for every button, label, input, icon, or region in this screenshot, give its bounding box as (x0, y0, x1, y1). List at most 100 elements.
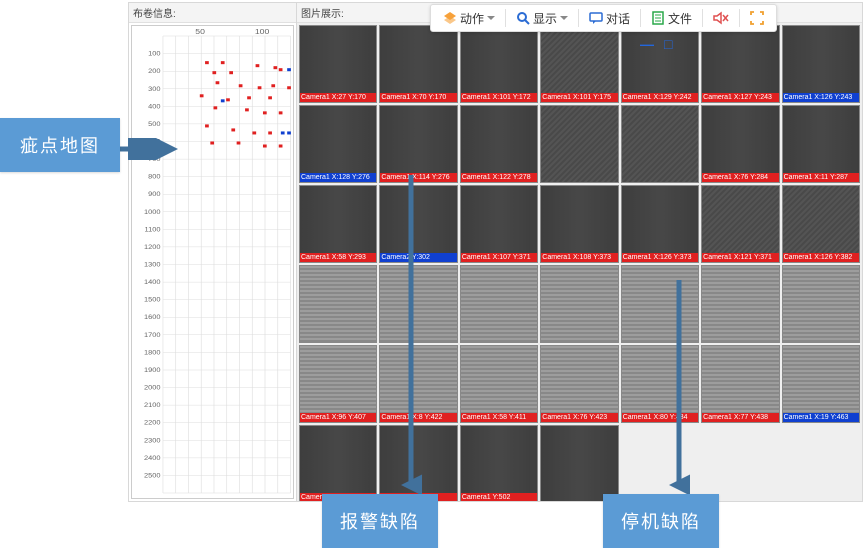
defect-point[interactable] (268, 96, 272, 99)
defect-point[interactable] (200, 94, 204, 97)
defect-thumbnail[interactable]: Camera1 X:19 Y:463 (782, 345, 860, 423)
defect-thumbnail[interactable]: Camera1 X:126 Y:243 (782, 25, 860, 103)
thumbnail-texture (622, 186, 698, 262)
defect-point[interactable] (281, 131, 285, 134)
toolbar-divider (702, 9, 703, 27)
defect-point[interactable] (205, 61, 209, 64)
arrow-down-icon (400, 175, 422, 495)
defect-point[interactable] (205, 124, 209, 127)
defect-point[interactable] (213, 106, 217, 109)
y-tick-label: 1600 (144, 315, 161, 321)
defect-thumbnail[interactable] (621, 105, 699, 183)
defect-thumbnail[interactable]: Camera1 X:27 Y:170 (299, 25, 377, 103)
defect-thumbnail[interactable]: Camera1 X:127 Y:243 (701, 25, 779, 103)
defect-point[interactable] (287, 131, 291, 134)
thumbnail-caption: Camera1 X:126 Y:243 (783, 93, 859, 102)
y-tick-label: 1700 (144, 332, 161, 338)
defect-point[interactable] (221, 99, 225, 102)
defect-thumbnail[interactable]: Camera1 X:101 Y:172 (460, 25, 538, 103)
window-controls: — □ (640, 36, 672, 52)
defect-thumbnail[interactable]: Camera1 X:122 Y:278 (460, 105, 538, 183)
defect-thumbnail[interactable] (540, 425, 618, 501)
defect-thumbnail[interactable] (299, 265, 377, 343)
defect-thumbnail[interactable]: Camera1 X:58 Y:293 (299, 185, 377, 263)
y-tick-label: 2200 (144, 420, 161, 426)
defect-point[interactable] (216, 81, 220, 84)
defect-point[interactable] (279, 68, 283, 71)
defect-point[interactable] (268, 131, 272, 134)
defect-thumbnail[interactable]: Camera1 X:126 Y:382 (782, 185, 860, 263)
defect-point[interactable] (263, 145, 267, 148)
y-tick-label: 1000 (144, 209, 161, 215)
defect-thumbnail[interactable]: Camera1 X:96 Y:407 (299, 345, 377, 423)
defect-thumbnail[interactable]: Camera1 X:76 Y:284 (701, 105, 779, 183)
thumbnail-caption: Camera1 X:128 Y:276 (300, 173, 376, 182)
defect-thumbnail[interactable]: Camera1 X:58 Y:411 (460, 345, 538, 423)
x-tick-label: 50 (195, 28, 205, 36)
defect-point[interactable] (210, 141, 214, 144)
thumbnail-caption: Camera1 X:96 Y:407 (300, 413, 376, 422)
defect-thumbnail[interactable] (701, 265, 779, 343)
defect-point[interactable] (212, 71, 216, 74)
defect-point[interactable] (239, 84, 243, 87)
thumbnail-caption: Camera1 X:11 Y:287 (783, 173, 859, 182)
defect-thumbnail[interactable]: Camera1 Y:502 (460, 425, 538, 501)
thumbnail-texture (783, 186, 859, 262)
action-menu[interactable]: 动作 (437, 8, 501, 29)
defect-point[interactable] (229, 71, 233, 74)
defect-thumbnail[interactable] (782, 265, 860, 343)
defect-thumbnail[interactable]: Camera1 X:114 Y:276 (379, 105, 457, 183)
chat-icon (589, 11, 603, 25)
defect-thumbnail[interactable]: Camera1 X:77 Y:438 (701, 345, 779, 423)
defect-thumbnail[interactable]: Camera1 X:11 Y:287 (782, 105, 860, 183)
callout-stop-defect: 停机缺陷 (603, 494, 719, 548)
defect-point[interactable] (279, 111, 283, 114)
defect-point[interactable] (252, 131, 256, 134)
defect-point[interactable] (287, 86, 291, 89)
defect-thumbnail[interactable]: Camera1 X:107 Y:371 (460, 185, 538, 263)
file-menu[interactable]: 文件 (645, 8, 698, 29)
defect-thumbnail[interactable] (540, 265, 618, 343)
defect-thumbnail[interactable]: Camera1 X:76 Y:423 (540, 345, 618, 423)
defect-point[interactable] (245, 108, 249, 111)
defect-thumbnail[interactable]: Camera1 X:126 Y:373 (621, 185, 699, 263)
defect-point[interactable] (221, 61, 225, 64)
defect-point[interactable] (237, 141, 241, 144)
defect-thumbnail[interactable]: Camera1 X:101 Y:175 (540, 25, 618, 103)
y-tick-label: 800 (148, 174, 161, 180)
defect-point[interactable] (258, 86, 262, 89)
thumbnail-texture (541, 26, 617, 102)
defect-thumbnail[interactable]: Camera1 X:108 Y:373 (540, 185, 618, 263)
defect-point[interactable] (231, 128, 235, 131)
y-tick-label: 1800 (144, 350, 161, 356)
mute-button[interactable] (707, 9, 735, 27)
y-tick-label: 200 (148, 69, 161, 75)
toolbar-divider (640, 9, 641, 27)
thumbnail-texture (702, 346, 778, 422)
y-tick-label: 1200 (144, 244, 161, 250)
thumbnail-texture (702, 186, 778, 262)
y-tick-label: 1400 (144, 280, 161, 286)
defect-thumbnail[interactable]: Camera1 X:29 Y:484 (299, 425, 377, 501)
fullscreen-button[interactable] (744, 9, 770, 27)
defect-point[interactable] (279, 145, 283, 148)
minimize-button[interactable]: — (640, 36, 654, 52)
defect-thumbnail[interactable]: Camera1 X:70 Y:170 (379, 25, 457, 103)
defect-thumbnail[interactable] (540, 105, 618, 183)
maximize-button[interactable]: □ (664, 36, 672, 52)
defect-point[interactable] (226, 98, 230, 101)
expand-icon (750, 11, 764, 25)
defect-map[interactable]: 50100 1002003004005006007008009001000110… (131, 25, 294, 499)
defect-point[interactable] (247, 96, 251, 99)
defect-point[interactable] (263, 111, 267, 114)
dialog-menu[interactable]: 对话 (583, 8, 636, 29)
defect-point[interactable] (256, 64, 260, 67)
defect-thumbnail[interactable] (460, 265, 538, 343)
defect-point[interactable] (287, 68, 291, 71)
display-menu[interactable]: 显示 (510, 8, 574, 29)
y-tick-label: 1100 (145, 227, 161, 233)
defect-thumbnail[interactable]: Camera1 X:121 Y:371 (701, 185, 779, 263)
defect-thumbnail[interactable]: Camera1 X:128 Y:276 (299, 105, 377, 183)
defect-point[interactable] (273, 66, 277, 69)
defect-point[interactable] (271, 84, 275, 87)
